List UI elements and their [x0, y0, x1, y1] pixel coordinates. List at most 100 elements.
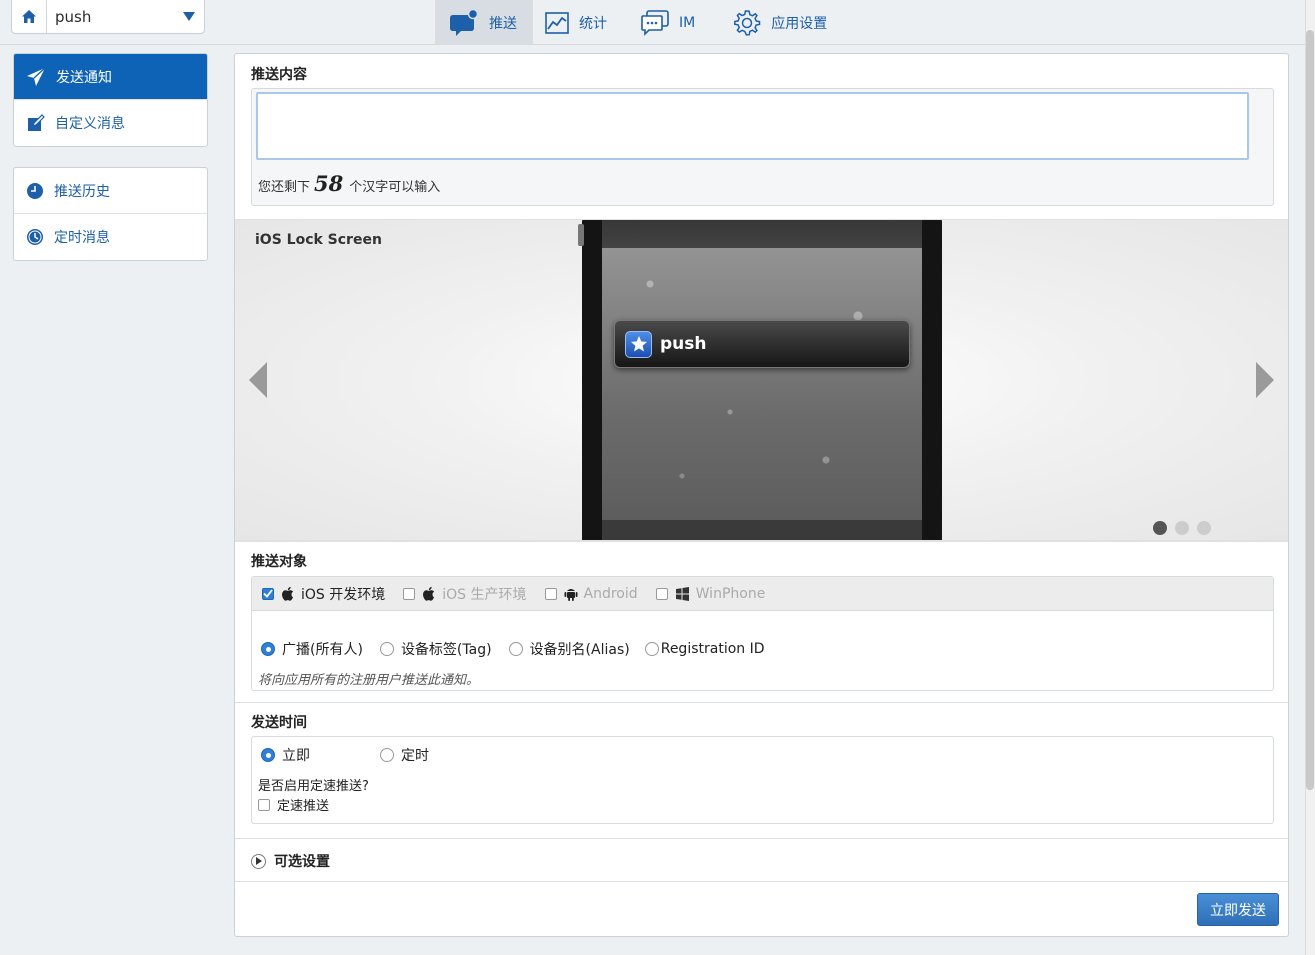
- target-box: iOS 开发环境 iOS 生产环境 Android WinPhone 广播(所有…: [251, 576, 1274, 691]
- immediate-radio[interactable]: [261, 748, 275, 762]
- app-selector[interactable]: push: [11, 0, 205, 34]
- push-content-textarea[interactable]: [256, 92, 1249, 160]
- preview-title: iOS Lock Screen: [255, 232, 382, 248]
- phone-mockup: push: [578, 220, 942, 540]
- tag-radio[interactable]: [379, 642, 394, 656]
- expand-arrow-icon: [251, 853, 266, 869]
- audience-label: 设备标签(Tag): [400, 642, 492, 658]
- android-checkbox[interactable]: [544, 587, 557, 600]
- remaining-count: 您还剩下 58 个汉字可以输入: [258, 171, 440, 196]
- carousel-next-arrow-icon[interactable]: [1254, 360, 1276, 400]
- sidebar-item-label: 发送通知: [56, 69, 112, 86]
- section-title-content: 推送内容: [251, 67, 307, 83]
- sidebar-item-send-notification[interactable]: 发送通知: [14, 54, 207, 100]
- broadcast-radio[interactable]: [261, 642, 275, 656]
- sidebar-item-scheduled[interactable]: 定时消息: [14, 214, 207, 260]
- optional-settings-toggle[interactable]: 可选设置: [251, 851, 330, 871]
- tab-im-label: IM: [679, 14, 696, 31]
- speed-push-question: 是否启用定速推送?: [258, 779, 369, 794]
- registration-id-radio[interactable]: [644, 642, 659, 656]
- phone-screen: push: [602, 220, 922, 540]
- vertical-scrollbar[interactable]: [1305, 0, 1315, 955]
- audience-alias[interactable]: 设备别名(Alias): [508, 639, 630, 659]
- platform-label: iOS 开发环境: [301, 586, 386, 603]
- windows-icon: [675, 586, 689, 601]
- platform-label: WinPhone: [695, 585, 766, 602]
- chat-bubble-icon: [450, 8, 479, 36]
- platform-ios-prod[interactable]: iOS 生产环境: [403, 584, 527, 604]
- phone-button: [578, 224, 584, 246]
- platform-label: Android: [583, 585, 638, 602]
- remain-suffix: 个汉字可以输入: [349, 180, 441, 195]
- apple-icon: [282, 586, 294, 601]
- time-box: 立即 定时 是否启用定速推送? 定速推送: [251, 736, 1274, 824]
- history-icon: [27, 182, 43, 199]
- push-target-section: 推送对象 iOS 开发环境 iOS 生产环境 Android WinPhone …: [251, 551, 1274, 691]
- send-now-button[interactable]: 立即发送: [1197, 893, 1279, 926]
- divider: [235, 541, 1288, 542]
- main-panel: 推送内容 您还剩下 58 个汉字可以输入 iOS Lock Screen pus…: [234, 53, 1289, 937]
- audience-broadcast[interactable]: 广播(所有人): [261, 639, 363, 659]
- carousel-dots: [1153, 521, 1219, 535]
- sidebar-item-custom-message[interactable]: 自定义消息: [14, 100, 207, 146]
- top-bar: push 推送 统计 IM 应用设置: [0, 0, 1305, 45]
- speed-push-option[interactable]: 定速推送: [258, 795, 329, 814]
- speed-push-checkbox[interactable]: [258, 798, 270, 811]
- time-option-label: 定时: [401, 748, 429, 764]
- tab-stats[interactable]: 统计: [533, 0, 621, 45]
- carousel-dot[interactable]: [1197, 521, 1211, 535]
- send-time-section: 发送时间 立即 定时 是否启用定速推送? 定速推送: [251, 712, 1274, 824]
- tab-push[interactable]: 推送: [435, 0, 533, 45]
- scrollbar-thumb[interactable]: [1306, 30, 1314, 790]
- platform-winphone[interactable]: WinPhone: [655, 585, 766, 602]
- divider: [235, 881, 1288, 882]
- platform-android[interactable]: Android: [544, 585, 638, 602]
- ios-dev-checkbox[interactable]: [262, 587, 274, 600]
- edit-icon: [28, 114, 45, 131]
- chevron-down-icon[interactable]: [174, 12, 204, 21]
- speed-push-label: 定速推送: [277, 799, 330, 814]
- paper-plane-icon: [27, 66, 46, 86]
- time-options: 立即 定时: [261, 745, 499, 765]
- app-name: push: [55, 7, 92, 26]
- carousel-dot[interactable]: [1153, 521, 1167, 535]
- push-content-section: 推送内容 您还剩下 58 个汉字可以输入: [251, 64, 1274, 206]
- audience-hint: 将向应用所有的注册用户推送此通知。: [258, 673, 480, 688]
- audience-tag[interactable]: 设备标签(Tag): [379, 639, 492, 659]
- screen-top-bar: [602, 220, 922, 248]
- carousel-dot[interactable]: [1175, 521, 1189, 535]
- android-icon: [564, 588, 577, 601]
- carousel-prev-arrow-icon[interactable]: [247, 360, 269, 400]
- content-box: 您还剩下 58 个汉字可以输入: [251, 88, 1274, 206]
- section-title-time: 发送时间: [251, 715, 307, 731]
- tab-im[interactable]: IM: [621, 0, 709, 45]
- winphone-checkbox[interactable]: [655, 587, 668, 600]
- platform-ios-dev[interactable]: iOS 开发环境: [262, 584, 385, 604]
- clock-icon: [27, 229, 43, 245]
- screen-bottom-bar: [602, 520, 922, 540]
- optional-settings-label: 可选设置: [274, 854, 330, 870]
- ios-prod-checkbox[interactable]: [403, 587, 416, 600]
- sidebar-item-label: 推送历史: [54, 183, 110, 200]
- platform-label: iOS 生产环境: [442, 586, 527, 603]
- audience-label: Registration ID: [660, 641, 765, 657]
- sidebar-item-label: 定时消息: [54, 230, 110, 246]
- section-title-target: 推送对象: [251, 554, 307, 570]
- sidebar-item-push-history[interactable]: 推送历史: [14, 168, 207, 214]
- sidebar: 发送通知 自定义消息 推送历史 定时消息: [13, 53, 208, 281]
- notification-text: push: [660, 334, 707, 354]
- lock-screen-notification: push: [614, 320, 910, 368]
- audience-registration-id[interactable]: Registration ID: [644, 641, 765, 657]
- tab-app-settings-label: 应用设置: [771, 15, 828, 32]
- tab-stats-label: 统计: [579, 15, 607, 32]
- sidebar-item-label: 自定义消息: [55, 116, 125, 132]
- time-immediate[interactable]: 立即: [261, 745, 310, 765]
- message-icon: [641, 9, 669, 36]
- tab-app-settings[interactable]: 应用设置: [709, 0, 841, 45]
- scheduled-radio[interactable]: [380, 748, 394, 762]
- main-nav: 推送 统计 IM 应用设置: [435, 0, 841, 45]
- home-icon[interactable]: [12, 0, 47, 33]
- remain-number: 58: [314, 171, 344, 196]
- alias-radio[interactable]: [508, 642, 523, 656]
- time-scheduled[interactable]: 定时: [380, 745, 429, 765]
